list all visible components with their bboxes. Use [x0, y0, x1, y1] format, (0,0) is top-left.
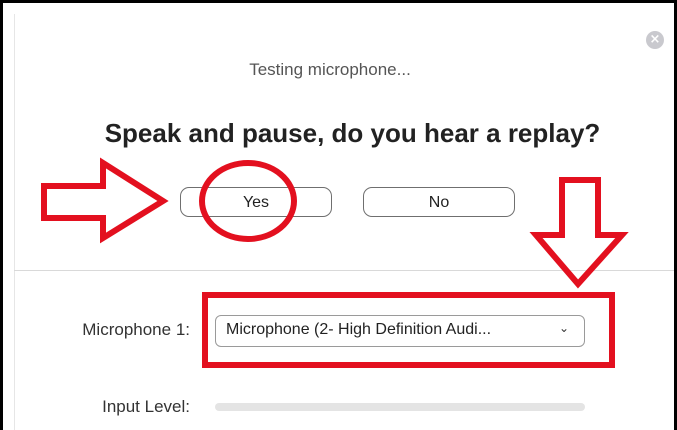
yes-button[interactable]: Yes [180, 187, 332, 217]
frame-border-top [0, 0, 677, 3]
microphone-select[interactable]: Microphone (2- High Definition Audi... ⌄ [215, 315, 585, 347]
no-button[interactable]: No [363, 187, 515, 217]
status-text: Testing microphone... [249, 60, 411, 79]
chevron-down-icon: ⌄ [559, 321, 570, 335]
close-icon[interactable]: × [646, 31, 664, 49]
microphone-selected-value: Microphone (2- High Definition Audi... [226, 321, 492, 338]
input-level-label: Input Level: [102, 397, 190, 416]
zoom-audio-test-dialog: × Testing microphone... Speak and pause,… [0, 0, 677, 430]
section-divider [14, 270, 677, 271]
dialog-question: Speak and pause, do you hear a replay? [104, 118, 601, 148]
input-level-meter [215, 403, 585, 411]
frame-border-left [0, 0, 3, 430]
microphone-label: Microphone 1: [82, 320, 190, 339]
